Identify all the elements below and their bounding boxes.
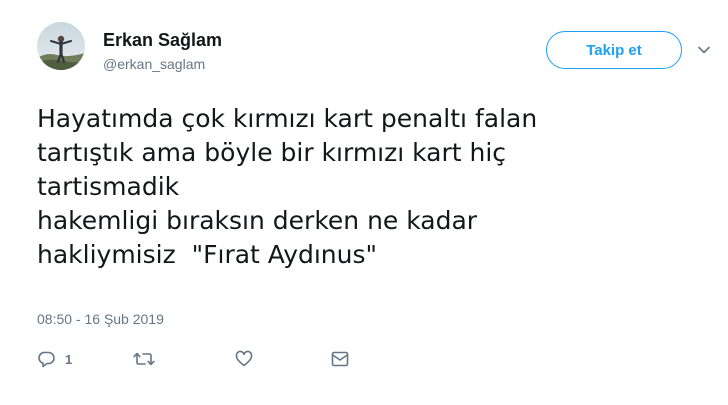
reply-icon [37, 349, 57, 369]
reply-count: 1 [65, 351, 73, 367]
message-button[interactable] [330, 348, 350, 370]
tweet-text-line: tartismadik [37, 172, 180, 201]
avatar-photo [37, 22, 85, 70]
retweet-button[interactable] [133, 348, 155, 370]
tweet-timestamp[interactable]: 08:50 - 16 Şub 2019 [37, 311, 164, 327]
tweet-card: Erkan Sağlam @erkan_saglam Takip et Haya… [0, 0, 728, 405]
like-button[interactable] [234, 348, 254, 370]
tweet-text: Hayatımda çok kırmızı kart penaltı falan… [37, 102, 697, 272]
avatar[interactable] [37, 22, 85, 70]
tweet-text-line: hakemligi bıraksın derken ne kadar [37, 206, 478, 235]
chevron-down-icon[interactable] [695, 41, 713, 59]
reply-button[interactable]: 1 [37, 348, 72, 370]
heart-icon [234, 349, 254, 369]
tweet-text-line: hakliymisiz "Fırat Aydınus" [37, 240, 378, 269]
follow-button[interactable]: Takip et [546, 31, 682, 69]
retweet-icon [133, 349, 155, 369]
tweet-text-line: tartıştık ama böyle bir kırmızı kart hiç [37, 138, 507, 167]
message-icon [330, 349, 350, 369]
tweet-text-line: Hayatımda çok kırmızı kart penaltı falan [37, 104, 538, 133]
author-handle[interactable]: @erkan_saglam [103, 56, 205, 72]
author-name[interactable]: Erkan Sağlam [103, 30, 222, 51]
